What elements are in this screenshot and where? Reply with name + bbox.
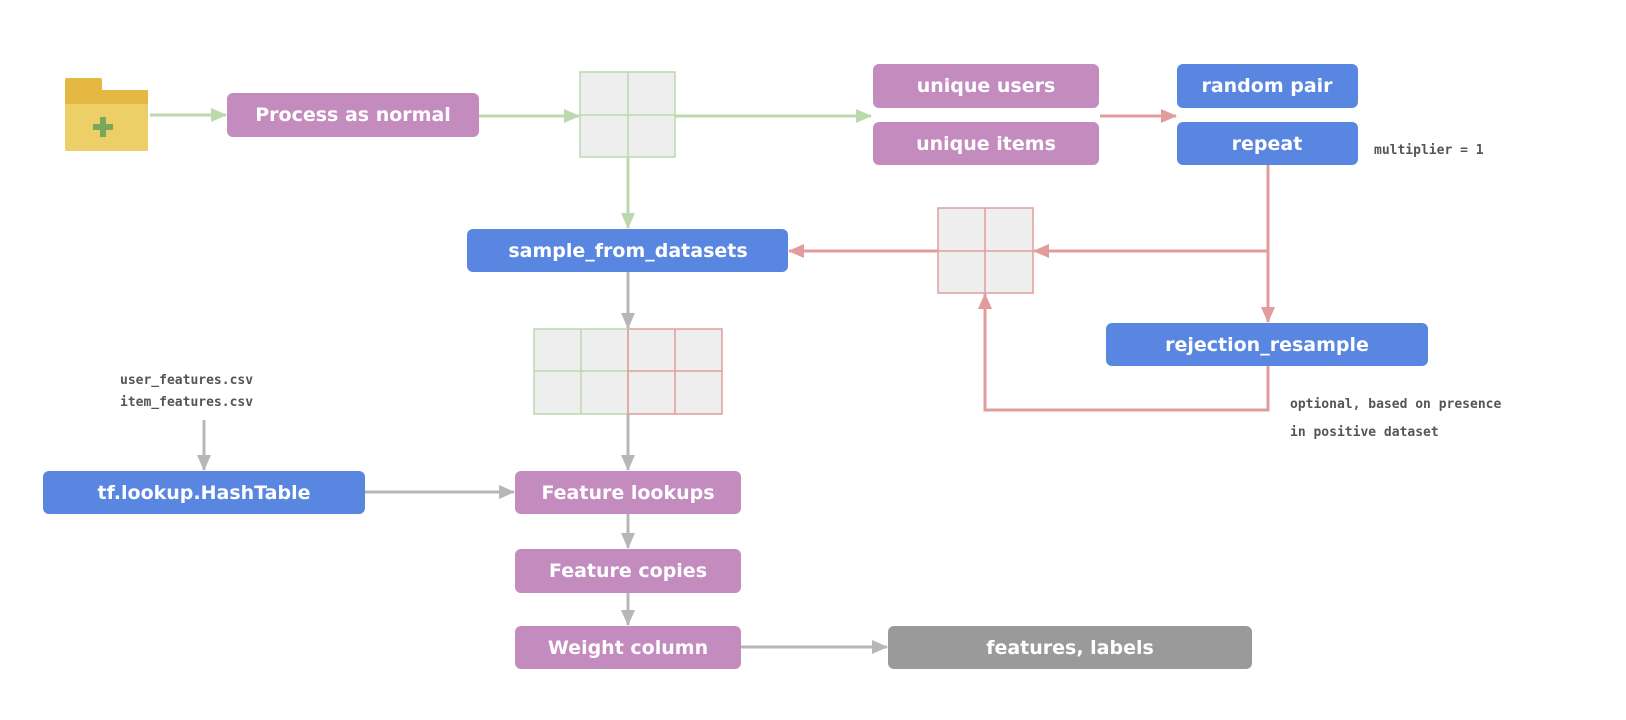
item-features-file: item_features.csv	[120, 395, 253, 410]
node-label: Process as normal	[255, 104, 451, 126]
positive-dataset-grid	[579, 71, 676, 158]
combined-dataset-grid	[533, 328, 723, 415]
node-label: repeat	[1232, 133, 1303, 155]
node-hashtable: tf.lookup.HashTable	[43, 471, 365, 514]
pipeline-diagram: Process as normal unique users unique it…	[43, 64, 1501, 669]
user-features-file: user_features.csv	[120, 373, 253, 388]
node-feature-lookups: Feature lookups	[515, 471, 741, 514]
node-label: Feature copies	[549, 560, 707, 582]
node-feature-copies: Feature copies	[515, 549, 741, 593]
node-sample-from-datasets: sample_from_datasets	[467, 229, 788, 272]
negative-dataset-grid	[937, 207, 1034, 294]
optional-annotation-line2: in positive dataset	[1290, 425, 1439, 440]
node-label: unique users	[917, 75, 1056, 97]
node-rejection-resample: rejection_resample	[1106, 323, 1428, 366]
node-weight-column: Weight column	[515, 626, 741, 669]
node-label: Weight column	[548, 637, 708, 659]
multiplier-annotation: multiplier = 1	[1374, 143, 1484, 158]
node-repeat: repeat	[1177, 122, 1358, 165]
optional-annotation-line1: optional, based on presence	[1290, 397, 1501, 412]
folder-add-icon	[65, 78, 148, 151]
node-label: features, labels	[986, 637, 1154, 659]
node-label: random pair	[1201, 75, 1333, 97]
node-label: tf.lookup.HashTable	[97, 482, 310, 504]
node-random-pair: random pair	[1177, 64, 1358, 108]
node-label: sample_from_datasets	[508, 240, 747, 262]
node-label: Feature lookups	[541, 482, 714, 504]
node-unique-users: unique users	[873, 64, 1099, 108]
node-label: rejection_resample	[1165, 334, 1369, 356]
node-process: Process as normal	[227, 93, 479, 137]
node-unique-items: unique items	[873, 122, 1099, 165]
node-label: unique items	[916, 133, 1056, 155]
node-features-labels: features, labels	[888, 626, 1252, 669]
